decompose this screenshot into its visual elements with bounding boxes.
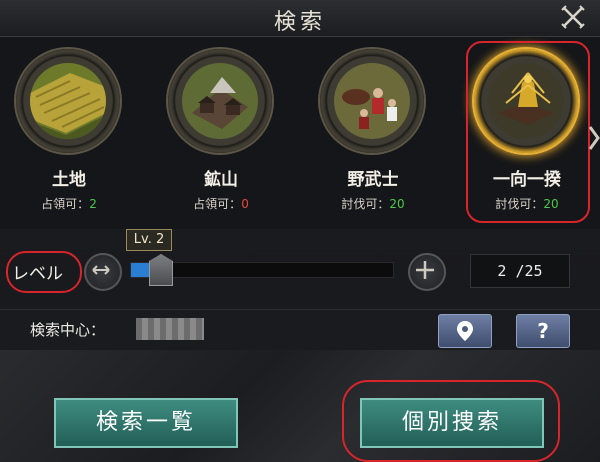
help-button[interactable]: ? bbox=[516, 314, 570, 348]
category-mine[interactable]: 鉱山 占領可：0 bbox=[156, 43, 286, 219]
individual-search-highlight bbox=[342, 380, 560, 462]
status-label: 占領可： bbox=[193, 197, 242, 211]
location-pin-icon bbox=[457, 321, 473, 341]
dialog-title: 検索 bbox=[273, 10, 326, 35]
search-dialog: 検索 土地 占領可：2 鉱山 占領可：0 野武士 討伐可：20 一向一揆 討伐可… bbox=[0, 0, 600, 462]
status-label: 討伐可： bbox=[341, 197, 390, 211]
title-bar: 検索 bbox=[0, 0, 600, 37]
level-tag: Lv. 2 bbox=[126, 229, 172, 251]
level-slider-handle[interactable] bbox=[149, 254, 173, 286]
status-label: 占領可： bbox=[41, 197, 90, 211]
question-mark-icon: ? bbox=[537, 319, 549, 343]
bandits-icon bbox=[334, 63, 410, 139]
bandits-medallion bbox=[320, 49, 424, 153]
close-icon[interactable] bbox=[560, 4, 586, 30]
action-bar: 検索一覧 個別捜索 bbox=[0, 350, 600, 462]
status-value: 0 bbox=[241, 197, 249, 211]
category-panel: 土地 占領可：2 鉱山 占領可：0 野武士 討伐可：20 一向一揆 討伐可：20 bbox=[0, 37, 600, 229]
level-decrease-button[interactable] bbox=[84, 253, 122, 291]
plus-icon bbox=[416, 261, 434, 279]
level-count: 2 /25 bbox=[470, 254, 570, 288]
search-center-label: 検索中心： bbox=[30, 321, 106, 339]
level-increase-button[interactable] bbox=[408, 253, 446, 291]
selection-highlight bbox=[466, 41, 590, 223]
location-button[interactable] bbox=[438, 314, 492, 348]
search-center-value-redacted bbox=[136, 318, 204, 340]
level-row: レベル Lv. 2 2 /25 bbox=[0, 229, 600, 309]
category-status: 占領可：2 bbox=[4, 195, 134, 212]
mine-icon bbox=[182, 63, 258, 139]
category-land[interactable]: 土地 占領可：2 bbox=[4, 43, 134, 219]
chevron-right-icon[interactable] bbox=[588, 125, 600, 151]
rice-field-icon bbox=[30, 63, 106, 139]
category-bandits[interactable]: 野武士 討伐可：20 bbox=[308, 43, 438, 219]
level-slider-fill bbox=[131, 263, 150, 277]
category-status: 討伐可：20 bbox=[308, 195, 438, 212]
search-center-row: 検索中心： ? bbox=[0, 309, 600, 351]
category-label: 土地 bbox=[52, 170, 86, 190]
status-value: 20 bbox=[389, 197, 405, 211]
search-list-button[interactable]: 検索一覧 bbox=[54, 398, 238, 448]
mine-medallion bbox=[168, 49, 272, 153]
arrows-horizontal-icon bbox=[92, 265, 110, 275]
category-label: 野武士 bbox=[347, 170, 399, 190]
category-label: 鉱山 bbox=[204, 170, 238, 190]
status-value: 2 bbox=[89, 197, 97, 211]
category-status: 占領可：0 bbox=[156, 195, 286, 212]
level-highlight bbox=[6, 251, 82, 293]
land-medallion bbox=[16, 49, 120, 153]
